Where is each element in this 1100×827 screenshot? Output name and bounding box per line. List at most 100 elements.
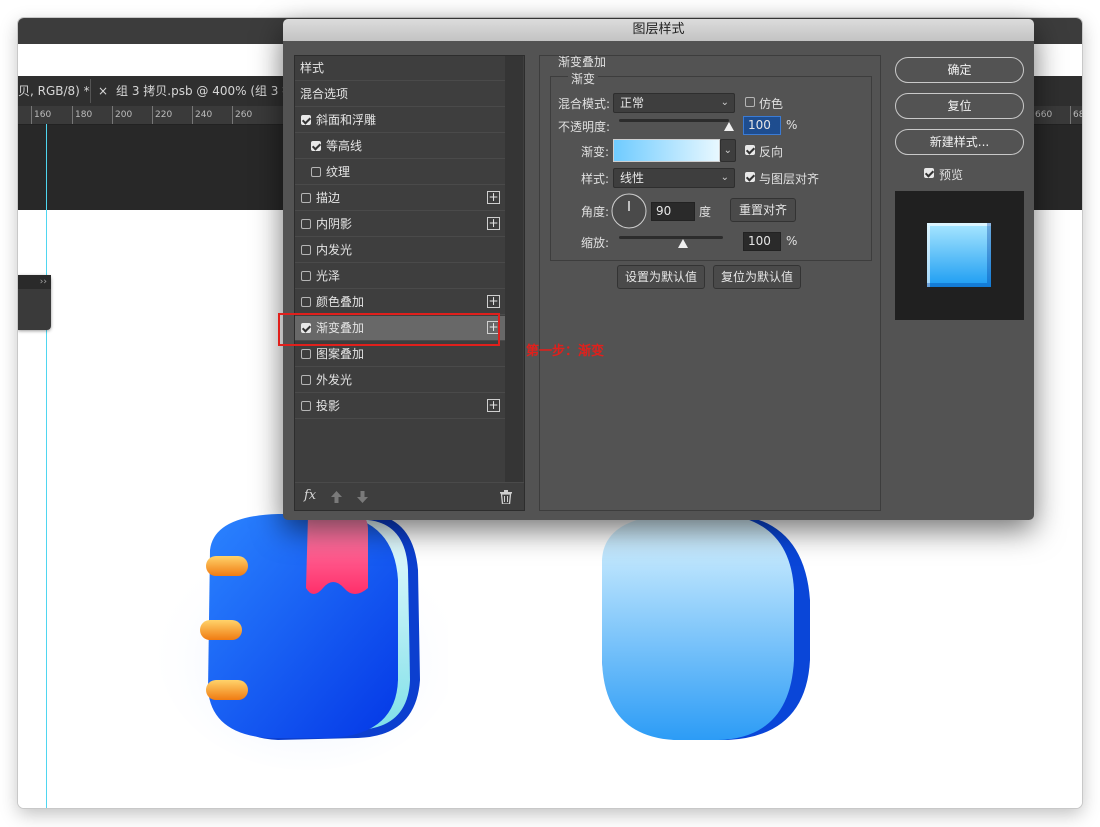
scale-slider-thumb[interactable] — [678, 239, 689, 248]
style-item-satin[interactable]: 光泽 — [295, 264, 505, 289]
ruler-tick — [31, 106, 32, 124]
checkbox-color-overlay[interactable] — [301, 297, 311, 307]
collapsed-side-panel[interactable]: ›› — [18, 275, 51, 330]
gradient-style-value: 线性 — [620, 171, 645, 185]
move-up-icon[interactable] — [331, 491, 342, 503]
style-item-label: 斜面和浮雕 — [316, 113, 377, 127]
document-tab-active[interactable]: 组 3 拷贝.psb @ 400% (组 3 拷 — [116, 76, 294, 106]
checkbox-bevel-emboss[interactable] — [301, 115, 311, 125]
subsection-title: 渐变 — [568, 70, 599, 87]
opacity-label: 不透明度: — [558, 120, 611, 134]
gradient-picker-dropdown[interactable]: ⌄ — [720, 139, 736, 162]
checkbox-align-with-layer[interactable] — [745, 172, 755, 182]
checkbox-stroke[interactable] — [301, 193, 311, 203]
ruler-tick — [112, 106, 113, 124]
checkbox-drop-shadow[interactable] — [301, 401, 311, 411]
style-item-label: 混合选项 — [300, 87, 349, 101]
reset-to-default-button[interactable]: 复位为默认值 — [713, 265, 801, 289]
checkbox-inner-glow[interactable] — [301, 245, 311, 255]
angle-input[interactable]: 90 — [651, 202, 695, 221]
opacity-unit: % — [786, 118, 798, 132]
reverse-label: 反向 — [759, 145, 784, 159]
style-list-scrollbar[interactable] — [505, 56, 523, 482]
scale-input[interactable]: 100 — [743, 232, 781, 251]
reset-button[interactable]: 复位 — [895, 93, 1024, 119]
new-style-button[interactable]: 新建样式... — [895, 129, 1024, 155]
rounded-square-icon-artwork — [602, 514, 810, 740]
expand-panel-icon[interactable]: ›› — [18, 275, 51, 289]
gradient-label: 渐变: — [581, 145, 610, 159]
fx-icon[interactable]: fx — [304, 488, 316, 503]
style-label: 样式: — [581, 172, 610, 186]
ruler-tick — [72, 106, 73, 124]
style-item-label: 纹理 — [326, 165, 351, 179]
ruler-label: 160 — [34, 110, 52, 120]
style-item-stroke[interactable]: 描边 + — [295, 186, 505, 211]
ruler-label: 200 — [115, 110, 133, 120]
checkbox-contour[interactable] — [311, 141, 321, 151]
style-item-texture[interactable]: 纹理 — [295, 160, 505, 185]
add-inner-shadow-icon[interactable]: + — [487, 217, 500, 230]
ruler-tick — [152, 106, 153, 124]
blend-mode-label: 混合模式: — [558, 97, 611, 111]
ruler-tick — [232, 106, 233, 124]
ruler-label: 180 — [75, 110, 93, 120]
style-item-inner-glow[interactable]: 内发光 — [295, 238, 505, 263]
add-color-overlay-icon[interactable]: + — [487, 295, 500, 308]
style-list-footer: fx — [295, 482, 524, 511]
checkbox-outer-glow[interactable] — [301, 375, 311, 385]
document-tab[interactable]: 贝, RGB/8) * — [18, 76, 90, 106]
highlight-box — [278, 313, 500, 346]
style-item-contour[interactable]: 等高线 — [295, 134, 505, 159]
gradient-swatch[interactable] — [613, 139, 720, 162]
add-drop-shadow-icon[interactable]: + — [487, 399, 500, 412]
style-item-inner-shadow[interactable]: 内阴影 + — [295, 212, 505, 237]
style-item-label: 样式 — [300, 61, 325, 75]
ruler-label: 220 — [155, 110, 173, 120]
reset-alignment-button[interactable]: 重置对齐 — [730, 198, 796, 222]
ruler-label: 660 — [1035, 110, 1053, 120]
preview-label: 预览 — [939, 168, 964, 182]
ruler-label: 240 — [195, 110, 213, 120]
style-item-styles[interactable]: 样式 — [295, 56, 505, 81]
gradient-style-select[interactable]: 线性 ⌄ — [613, 168, 735, 188]
checkbox-inner-shadow[interactable] — [301, 219, 311, 229]
ok-button[interactable]: 确定 — [895, 57, 1024, 83]
checkbox-dither[interactable] — [745, 97, 755, 107]
style-item-blending-options[interactable]: 混合选项 — [295, 82, 505, 107]
blend-mode-select[interactable]: 正常 ⌄ — [613, 93, 735, 113]
blend-mode-value: 正常 — [620, 96, 645, 110]
angle-label: 角度: — [581, 205, 610, 219]
add-stroke-icon[interactable]: + — [487, 191, 500, 204]
style-item-outer-glow[interactable]: 外发光 — [295, 368, 505, 393]
scale-slider-track[interactable] — [619, 236, 723, 239]
style-item-color-overlay[interactable]: 颜色叠加 + — [295, 290, 505, 315]
style-item-label: 描边 — [316, 191, 341, 205]
checkbox-texture[interactable] — [311, 167, 321, 177]
set-as-default-button[interactable]: 设置为默认值 — [617, 265, 705, 289]
checkbox-satin[interactable] — [301, 271, 311, 281]
dither-label: 仿色 — [759, 97, 784, 111]
chevron-down-icon: ⌄ — [720, 172, 729, 183]
checkbox-preview[interactable] — [924, 168, 934, 178]
opacity-slider-track[interactable] — [619, 119, 729, 122]
move-down-icon[interactable] — [357, 491, 368, 503]
tab-divider — [90, 79, 91, 103]
checkbox-reverse[interactable] — [745, 145, 755, 155]
close-tab-icon[interactable]: × — [98, 76, 108, 106]
guide-line[interactable] — [46, 124, 47, 808]
style-item-label: 颜色叠加 — [316, 295, 365, 309]
style-item-label: 内发光 — [316, 243, 353, 257]
style-item-label: 光泽 — [316, 269, 341, 283]
opacity-input[interactable]: 100 — [743, 116, 781, 135]
style-item-bevel-emboss[interactable]: 斜面和浮雕 — [295, 108, 505, 133]
trash-icon[interactable] — [500, 490, 512, 504]
angle-dial[interactable] — [611, 193, 647, 229]
ruler-label: 260 — [235, 110, 253, 120]
ruler-label: 68 — [1073, 110, 1082, 120]
opacity-slider-thumb[interactable] — [724, 122, 734, 131]
style-item-drop-shadow[interactable]: 投影 + — [295, 394, 505, 419]
ruler-tick — [1070, 106, 1071, 124]
notebook-icon-artwork — [158, 514, 448, 770]
checkbox-pattern-overlay[interactable] — [301, 349, 311, 359]
